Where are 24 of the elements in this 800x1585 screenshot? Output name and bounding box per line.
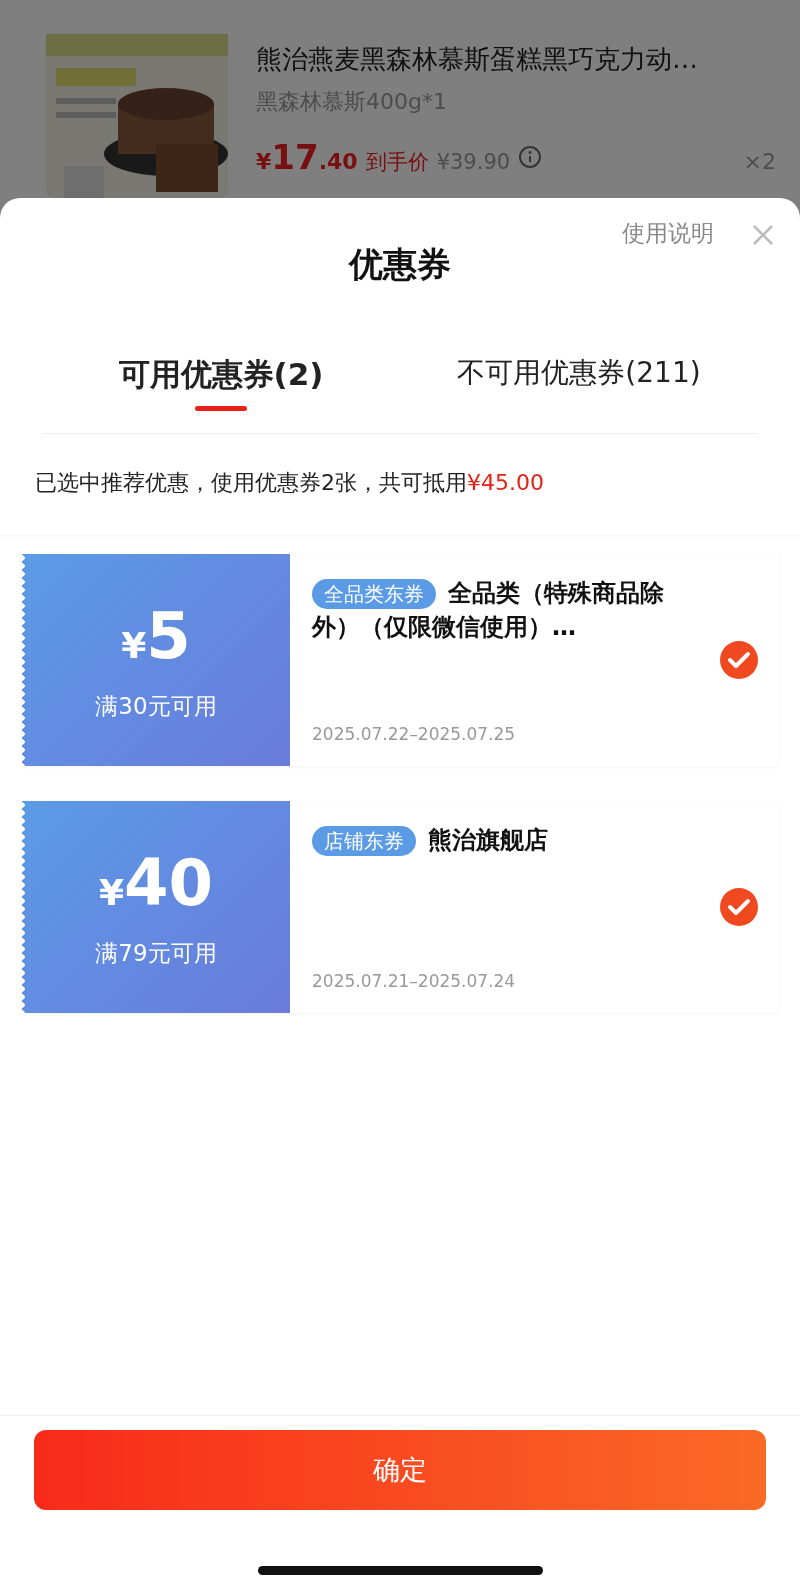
- coupon-amount: ¥40: [98, 845, 214, 920]
- coupon-amount: ¥5: [121, 598, 191, 673]
- info-icon[interactable]: [518, 145, 543, 169]
- coupon-condition: 满30元可用: [95, 691, 217, 721]
- tab-underline: [195, 406, 247, 411]
- coupon-condition: 满79元可用: [95, 938, 217, 968]
- confirm-button[interactable]: 确定: [34, 1430, 766, 1510]
- coupon-card[interactable]: ¥40 满79元可用 店铺东券 熊治旗舰店 2025.07.21–2025.07.24: [22, 801, 778, 1013]
- tab[interactable]: 不可用优惠券(211): [457, 354, 701, 392]
- sheet-title: 优惠券: [349, 243, 451, 286]
- coupon-name: 全品类东券 全品类（特殊商品除外）（仅限微信使用）…: [312, 578, 665, 643]
- coupon-validity: 2025.07.21–2025.07.24: [312, 971, 517, 991]
- summary-text: 已选中推荐优惠，使用优惠券2张，共可抵用¥45.00: [34, 469, 545, 497]
- product-title: 熊治燕麦黑森林慕斯蛋糕黑巧克力动…: [256, 43, 699, 76]
- price-label: 到手价: [365, 149, 429, 176]
- check-icon[interactable]: [720, 641, 758, 679]
- coupon-name: 店铺东券 熊治旗舰店: [312, 823, 704, 857]
- check-icon[interactable]: [720, 888, 758, 926]
- coupon-card[interactable]: ¥5 满30元可用 全品类东券 全品类（特殊商品除外）（仅限微信使用）… 2025.07.22–2025.07.25: [22, 554, 778, 766]
- tab[interactable]: 可用优惠券(2): [118, 354, 324, 396]
- product-price: ¥17.40: [256, 137, 358, 177]
- close-icon[interactable]: [752, 224, 774, 246]
- coupon-validity: 2025.07.22–2025.07.25: [312, 724, 517, 744]
- help-link[interactable]: 使用说明: [622, 218, 714, 249]
